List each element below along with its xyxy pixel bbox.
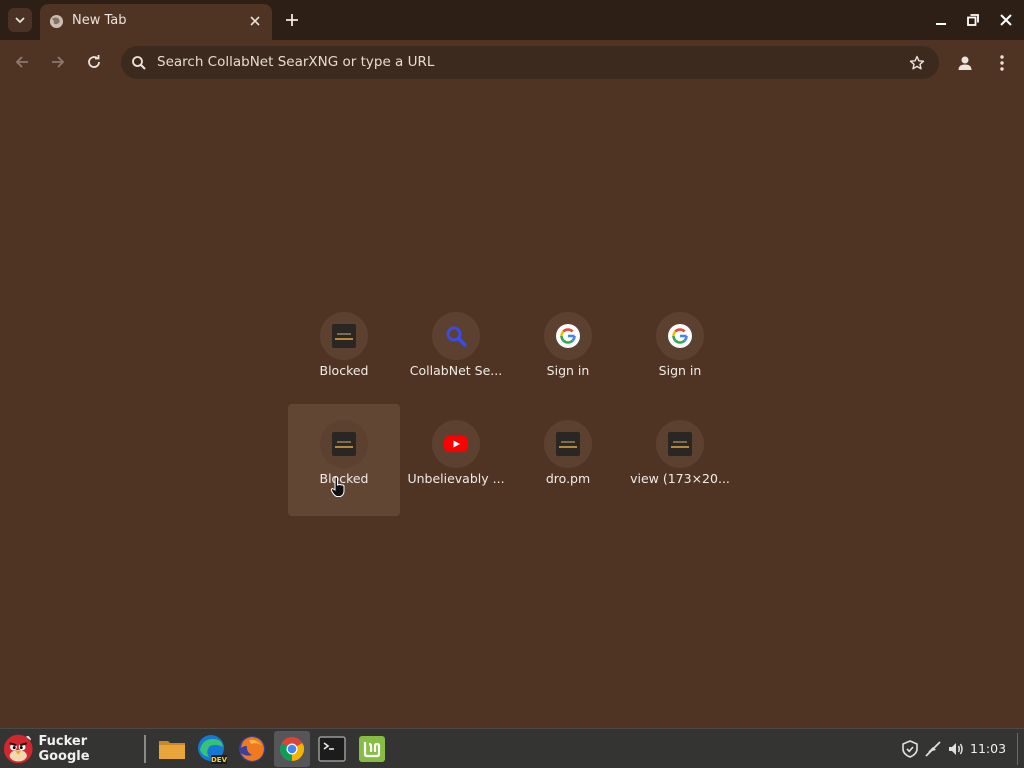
taskbar-files[interactable] [154,731,190,767]
minimize-button[interactable] [929,8,953,32]
edge-dev-icon: DEV [198,735,228,764]
network-disabled-icon [925,741,941,757]
shortcut-tile[interactable]: Sign in [624,296,736,408]
search-icon [132,56,146,70]
shortcut-label: CollabNet Se... [409,363,503,378]
shortcut-label: Unbelievably ... [407,471,505,486]
shortcut-icon-container [432,312,480,360]
shortcut-tile[interactable]: Blocked [288,296,400,408]
person-icon [958,56,972,70]
shortcut-icon-container [320,312,368,360]
arrow-right-icon [52,56,65,68]
restore-button[interactable] [961,8,985,32]
terminal-icon [318,736,346,762]
blocked-image-icon [556,432,580,456]
bookmark-star-button[interactable] [907,53,927,73]
new-tab-button[interactable] [280,8,304,32]
taskbar-terminal[interactable] [314,731,350,767]
forward-button[interactable] [46,50,70,74]
reload-button[interactable] [82,50,106,74]
firefox-icon [239,736,265,762]
magnifier-icon [446,326,467,347]
address-bar[interactable]: Search CollabNet SearXNG or type a URL [121,46,939,79]
shortcut-tile[interactable]: Blocked [288,404,400,516]
mint-icon [359,736,385,762]
start-menu-label: Fucker Google [38,734,90,764]
shortcut-icon-container [656,312,704,360]
blocked-image-icon [668,432,692,456]
tab-search-button[interactable] [8,8,32,32]
shortcut-tile[interactable]: view (173×20... [624,404,736,516]
shortcut-icon-container [544,312,592,360]
google-icon [556,324,580,348]
shortcut-tile[interactable]: CollabNet Se... [400,296,512,408]
restore-icon [967,14,979,26]
kebab-menu-icon [1000,55,1004,71]
shield-icon [902,740,918,758]
shortcut-label: dro.pm [545,471,591,486]
blocked-image-icon [332,324,356,348]
minimize-icon [936,23,946,25]
shortcut-label: view (173×20... [630,471,730,486]
star-icon [909,55,925,70]
shortcut-icon-container [432,420,480,468]
tab-new-tab[interactable]: New Tab [40,4,272,40]
close-window-button[interactable] [994,8,1018,32]
plus-icon [286,14,298,26]
start-menu-button[interactable]: Fucker Google [2,731,138,767]
shortcut-icon-container [544,420,592,468]
hand-cursor-icon [330,476,345,497]
tray-network[interactable] [923,739,943,759]
blocked-image-icon [332,432,356,456]
shortcut-tile[interactable]: dro.pm [512,404,624,516]
taskbar-mint-update[interactable] [354,731,390,767]
shortcut-tile[interactable]: Sign in [512,296,624,408]
tab-strip: New Tab [0,0,1024,40]
files-icon [159,741,185,759]
globe-icon [49,14,64,29]
shortcut-label: Blocked [319,363,369,378]
show-desktop-button[interactable] [1017,733,1023,765]
svg-text:DEV: DEV [211,756,228,764]
taskbar: Fucker Google DEV 11:03 [0,728,1024,768]
chrome-icon [279,737,305,761]
shortcut-tile[interactable]: Unbelievably ... [400,404,512,516]
taskbar-chrome[interactable] [274,731,310,767]
chevron-down-icon [15,17,25,24]
angry-bird-icon [3,734,33,764]
browser-toolbar: Search CollabNet SearXNG or type a URL [0,40,1024,84]
close-icon [250,16,260,26]
shortcut-icon-container [656,420,704,468]
address-bar-placeholder[interactable]: Search CollabNet SearXNG or type a URL [157,54,434,70]
taskbar-clock[interactable]: 11:03 [970,741,1006,756]
google-icon [668,324,692,348]
shortcut-icon-container [320,420,368,468]
profile-button[interactable] [953,51,977,75]
browser-menu-button[interactable] [991,51,1013,75]
tray-volume[interactable] [946,739,966,759]
shortcut-label: Sign in [546,363,590,378]
taskbar-separator [144,735,146,763]
tab-close-button[interactable] [246,12,264,30]
volume-icon [949,743,963,755]
shortcut-label: Sign in [658,363,702,378]
reload-icon [88,55,100,68]
arrow-left-icon [15,56,28,68]
close-icon [1000,14,1012,26]
back-button[interactable] [10,50,34,74]
tray-security[interactable] [900,739,920,759]
tab-title: New Tab [72,13,127,28]
taskbar-firefox[interactable] [234,731,270,767]
youtube-icon [444,436,468,452]
taskbar-edge-dev[interactable]: DEV [194,731,230,767]
